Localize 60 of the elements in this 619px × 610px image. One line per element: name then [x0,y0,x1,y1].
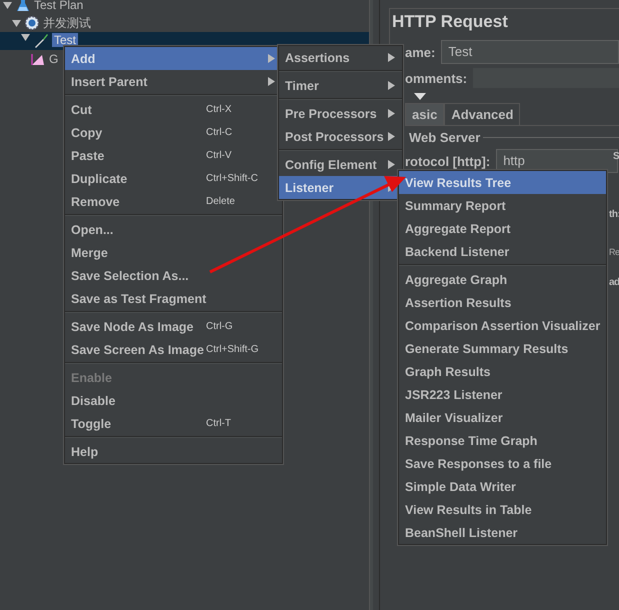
menu-item[interactable]: Graph Results [399,360,606,383]
menu-item[interactable]: Copy Ctrl-C [65,121,282,144]
menu-item[interactable]: Comparison Assertion Visualizer [399,314,606,337]
menu-item[interactable]: Post Processors [279,125,402,148]
menu-item[interactable]: Summary Report [399,194,606,217]
menu-item[interactable]: Insert Parent [65,70,282,93]
menu-item[interactable]: Simple Data Writer [399,475,606,498]
field-label: Re [609,247,619,257]
menu-item[interactable]: Timer [279,74,402,97]
menu-item[interactable]: View Results in Table [399,498,606,521]
tab[interactable]: Advanced [444,103,520,125]
expand-icon[interactable] [21,33,30,42]
menu-item[interactable]: Duplicate Ctrl+Shift-C [65,167,282,190]
expand-icon[interactable] [3,0,12,10]
menu-item[interactable]: Pre Processors [279,102,402,125]
protocol-label: rotocol [http]: [405,154,490,168]
menu-item[interactable]: Save Node As Image Ctrl-G [65,315,282,338]
menu-item[interactable]: Disable [65,389,282,412]
menu-item[interactable]: Assertion Results [399,291,606,314]
field-label: ad [609,277,619,288]
menu-item[interactable]: Paste Ctrl-V [65,144,282,167]
menu-item[interactable]: Save Selection As... [65,264,282,287]
tree-item[interactable]: Test Plan [34,0,84,12]
tree-item[interactable]: Test [52,33,78,47]
menu-item[interactable]: Cut Ctrl-X [65,98,282,121]
menu-item[interactable]: Remove Delete [65,190,282,213]
menu-item[interactable]: Merge [65,241,282,264]
name-label: ame: [405,44,436,60]
menu-item[interactable]: Toggle Ctrl-T [65,412,282,435]
menu-item[interactable]: Aggregate Graph [399,268,606,291]
menu-item[interactable]: Response Time Graph [399,429,606,452]
menu-item[interactable]: Assertions [279,46,402,69]
menu-item[interactable]: Save as Test Fragment [65,287,282,310]
pipette-icon [33,33,49,49]
menu-item[interactable]: Backend Listener [399,240,606,263]
menu-item[interactable]: Mailer Visualizer [399,406,606,429]
menu-item[interactable]: View Results Tree [399,171,606,194]
menu-item[interactable]: Generate Summary Results [399,337,606,360]
field-label: S [613,151,619,162]
menu-item[interactable]: Open... [65,218,282,241]
tab[interactable]: asic [405,103,444,125]
gear-icon [24,15,40,31]
menu-item[interactable]: Help [65,440,282,463]
name-field[interactable]: Test [441,40,619,64]
tree-item[interactable]: G [49,52,58,66]
menu-item[interactable]: Save Screen As Image Ctrl+Shift-G [65,338,282,361]
flask-icon [15,0,31,13]
menu-item[interactable]: Aggregate Report [399,217,606,240]
expand-icon[interactable] [12,18,21,28]
menu-item[interactable]: JSR223 Listener [399,383,606,406]
menu-item[interactable]: Save Responses to a file [399,452,606,475]
comments-label: omments: [405,70,468,86]
collapse-icon[interactable] [414,93,426,100]
panel-title: HTTP Request [392,11,509,33]
section-title: Web Server [409,130,480,144]
menu-item[interactable]: BeanShell Listener [399,521,606,544]
chart-icon [30,51,46,67]
tree-item[interactable]: 并发测试 [43,16,91,30]
field-label: th: [609,209,619,220]
menu-item[interactable]: Config Element [279,153,402,176]
